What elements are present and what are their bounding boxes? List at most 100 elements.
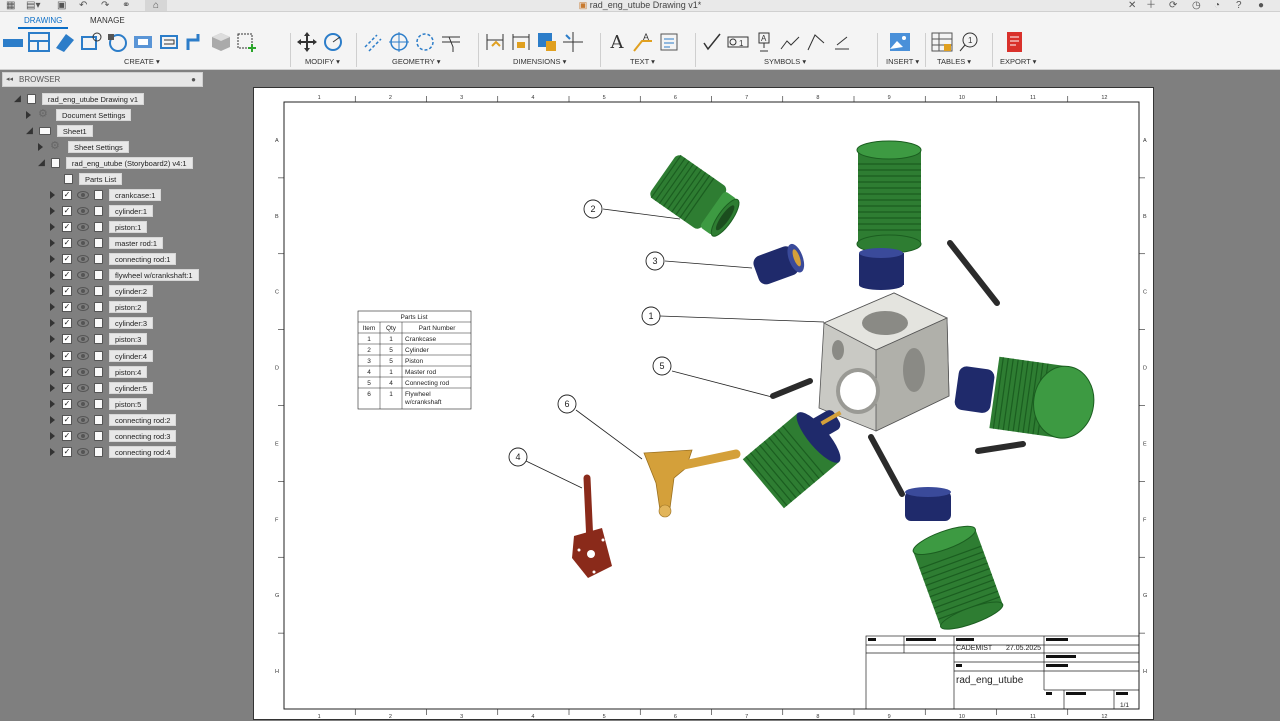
collapse-browser-icon[interactable]: ◂◂	[6, 73, 13, 86]
expand-icon[interactable]	[50, 367, 55, 376]
insert-image-icon[interactable]	[889, 31, 911, 53]
expand-icon[interactable]	[50, 206, 55, 215]
browser-pin-icon[interactable]: ●	[191, 73, 196, 86]
collapse-icon[interactable]: ◢	[38, 157, 45, 168]
create-menu-label[interactable]: CREATE ▾	[124, 57, 160, 66]
tree-component[interactable]: ✓ piston:4	[50, 365, 148, 378]
expand-icon[interactable]	[50, 415, 55, 424]
expand-icon[interactable]	[50, 303, 55, 312]
visibility-checkbox[interactable]: ✓	[62, 431, 72, 441]
eye-icon[interactable]	[77, 190, 89, 199]
clock-icon[interactable]: ◷	[1192, 0, 1201, 11]
expand-icon[interactable]	[50, 319, 55, 328]
expand-icon[interactable]	[50, 238, 55, 247]
visibility-checkbox[interactable]: ✓	[62, 414, 72, 425]
tree-component[interactable]: ✓ cylinder:3	[50, 317, 154, 330]
tree-component[interactable]: ✓ connecting rod:1	[50, 252, 177, 265]
note-icon[interactable]	[658, 31, 680, 53]
browser-header[interactable]: ◂◂ BROWSER ●	[2, 72, 203, 87]
expand-icon[interactable]	[50, 271, 55, 279]
dimensions-menu-label[interactable]: DIMENSIONS ▾	[513, 57, 566, 66]
visibility-checkbox[interactable]: ✓	[62, 447, 72, 458]
centermark-icon[interactable]	[184, 31, 206, 53]
tree-component[interactable]: ✓ connecting rod:4	[50, 446, 177, 459]
eye-icon[interactable]	[77, 238, 89, 247]
tree-component[interactable]: ✓ crankcase:1	[50, 188, 162, 201]
rotate-icon[interactable]	[322, 31, 344, 53]
visibility-checkbox[interactable]: ✓	[62, 189, 72, 200]
user-avatar[interactable]: ●	[1258, 0, 1264, 11]
3d-view-icon[interactable]	[210, 31, 232, 53]
eye-icon[interactable]	[77, 367, 89, 376]
tree-component[interactable]: ✓ cylinder:1	[50, 204, 154, 217]
expand-icon[interactable]	[50, 383, 55, 392]
tree-sheet[interactable]: ◢ Sheet1	[26, 124, 93, 137]
tree-view[interactable]: ◢ rad_eng_utube (Storyboard2) v4:1	[38, 156, 193, 169]
visibility-checkbox[interactable]: ✓	[62, 334, 72, 345]
collapse-icon[interactable]: ◢	[14, 93, 21, 104]
table-icon[interactable]	[931, 31, 953, 53]
eye-icon[interactable]	[77, 222, 89, 231]
visibility-checkbox[interactable]: ✓	[62, 221, 72, 232]
expand-icon[interactable]	[50, 254, 55, 263]
text-icon[interactable]: A	[606, 31, 628, 53]
tree-component[interactable]: ✓ piston:3	[50, 333, 148, 346]
expand-icon[interactable]	[50, 432, 55, 440]
projected-view-icon[interactable]	[28, 31, 50, 53]
expand-icon[interactable]	[50, 448, 55, 457]
datum-target-icon[interactable]	[805, 31, 827, 53]
help-icon[interactable]: ?	[1236, 0, 1242, 11]
visibility-checkbox[interactable]: ✓	[62, 398, 72, 409]
balloon-5[interactable]: 5	[652, 356, 672, 376]
tree-parts-list[interactable]: Parts List	[64, 172, 123, 185]
insert-menu-label[interactable]: INSERT ▾	[886, 57, 919, 66]
break-view-icon[interactable]	[106, 31, 128, 53]
sketch-view-icon[interactable]	[158, 31, 180, 53]
crop-view-icon[interactable]	[132, 31, 154, 53]
tab-drawing[interactable]: DRAWING	[18, 14, 69, 29]
datum-identifier-icon[interactable]: A	[753, 31, 775, 53]
export-pdf-icon[interactable]	[1004, 31, 1026, 53]
visibility-checkbox[interactable]: ✓	[62, 350, 72, 361]
expand-icon[interactable]	[50, 222, 55, 231]
new-tab-icon[interactable]: ＋	[1146, 0, 1156, 11]
eye-icon[interactable]	[77, 351, 89, 360]
visibility-checkbox[interactable]: ✓	[62, 253, 72, 264]
expand-icon[interactable]	[50, 335, 55, 344]
chain-dimension-icon[interactable]	[562, 31, 584, 53]
eye-icon[interactable]	[77, 383, 89, 392]
eye-icon[interactable]	[77, 271, 89, 279]
tree-component[interactable]: ✓ cylinder:4	[50, 349, 154, 362]
eye-icon[interactable]	[77, 335, 89, 344]
parts-list-table[interactable]: Parts List Item Qty Part Number 1 1 Crankc…	[357, 310, 472, 410]
eye-icon[interactable]	[77, 448, 89, 457]
expand-icon[interactable]	[50, 399, 55, 408]
taper-symbol-icon[interactable]	[831, 31, 853, 53]
tables-menu-label[interactable]: TABLES ▾	[937, 57, 971, 66]
expand-icon[interactable]	[50, 190, 55, 199]
visibility-checkbox[interactable]: ✓	[62, 286, 72, 297]
visibility-checkbox[interactable]: ✓	[62, 382, 72, 393]
export-menu-label[interactable]: EXPORT ▾	[1000, 57, 1036, 66]
tree-component[interactable]: ✓ piston:2	[50, 301, 148, 314]
visibility-checkbox[interactable]: ✓	[62, 237, 72, 248]
modify-menu-label[interactable]: MODIFY ▾	[305, 57, 340, 66]
eye-icon[interactable]	[77, 287, 89, 296]
visibility-checkbox[interactable]: ✓	[62, 318, 72, 329]
tree-component[interactable]: ✓ flywheel w/crankshaft:1	[50, 269, 199, 282]
balloon-3[interactable]: 3	[645, 251, 665, 271]
tree-document-settings[interactable]: ⚙ Document Settings	[26, 108, 132, 121]
tree-component[interactable]: ✓ connecting rod:2	[50, 413, 177, 426]
section-view-icon[interactable]	[54, 31, 76, 53]
edge-extension-icon[interactable]	[440, 31, 462, 53]
feature-control-frame-icon[interactable]: 1	[727, 31, 749, 53]
add-view-icon[interactable]	[236, 31, 258, 53]
eye-icon[interactable]	[77, 206, 89, 215]
eye-icon[interactable]	[77, 415, 89, 424]
visibility-checkbox[interactable]: ✓	[62, 270, 72, 280]
baseline-dimension-icon[interactable]	[536, 31, 558, 53]
tree-component[interactable]: ✓ master rod:1	[50, 236, 164, 249]
eye-icon[interactable]	[77, 319, 89, 328]
tree-root[interactable]: ◢ rad_eng_utube Drawing v1	[14, 92, 144, 105]
centerline-icon[interactable]	[362, 31, 384, 53]
